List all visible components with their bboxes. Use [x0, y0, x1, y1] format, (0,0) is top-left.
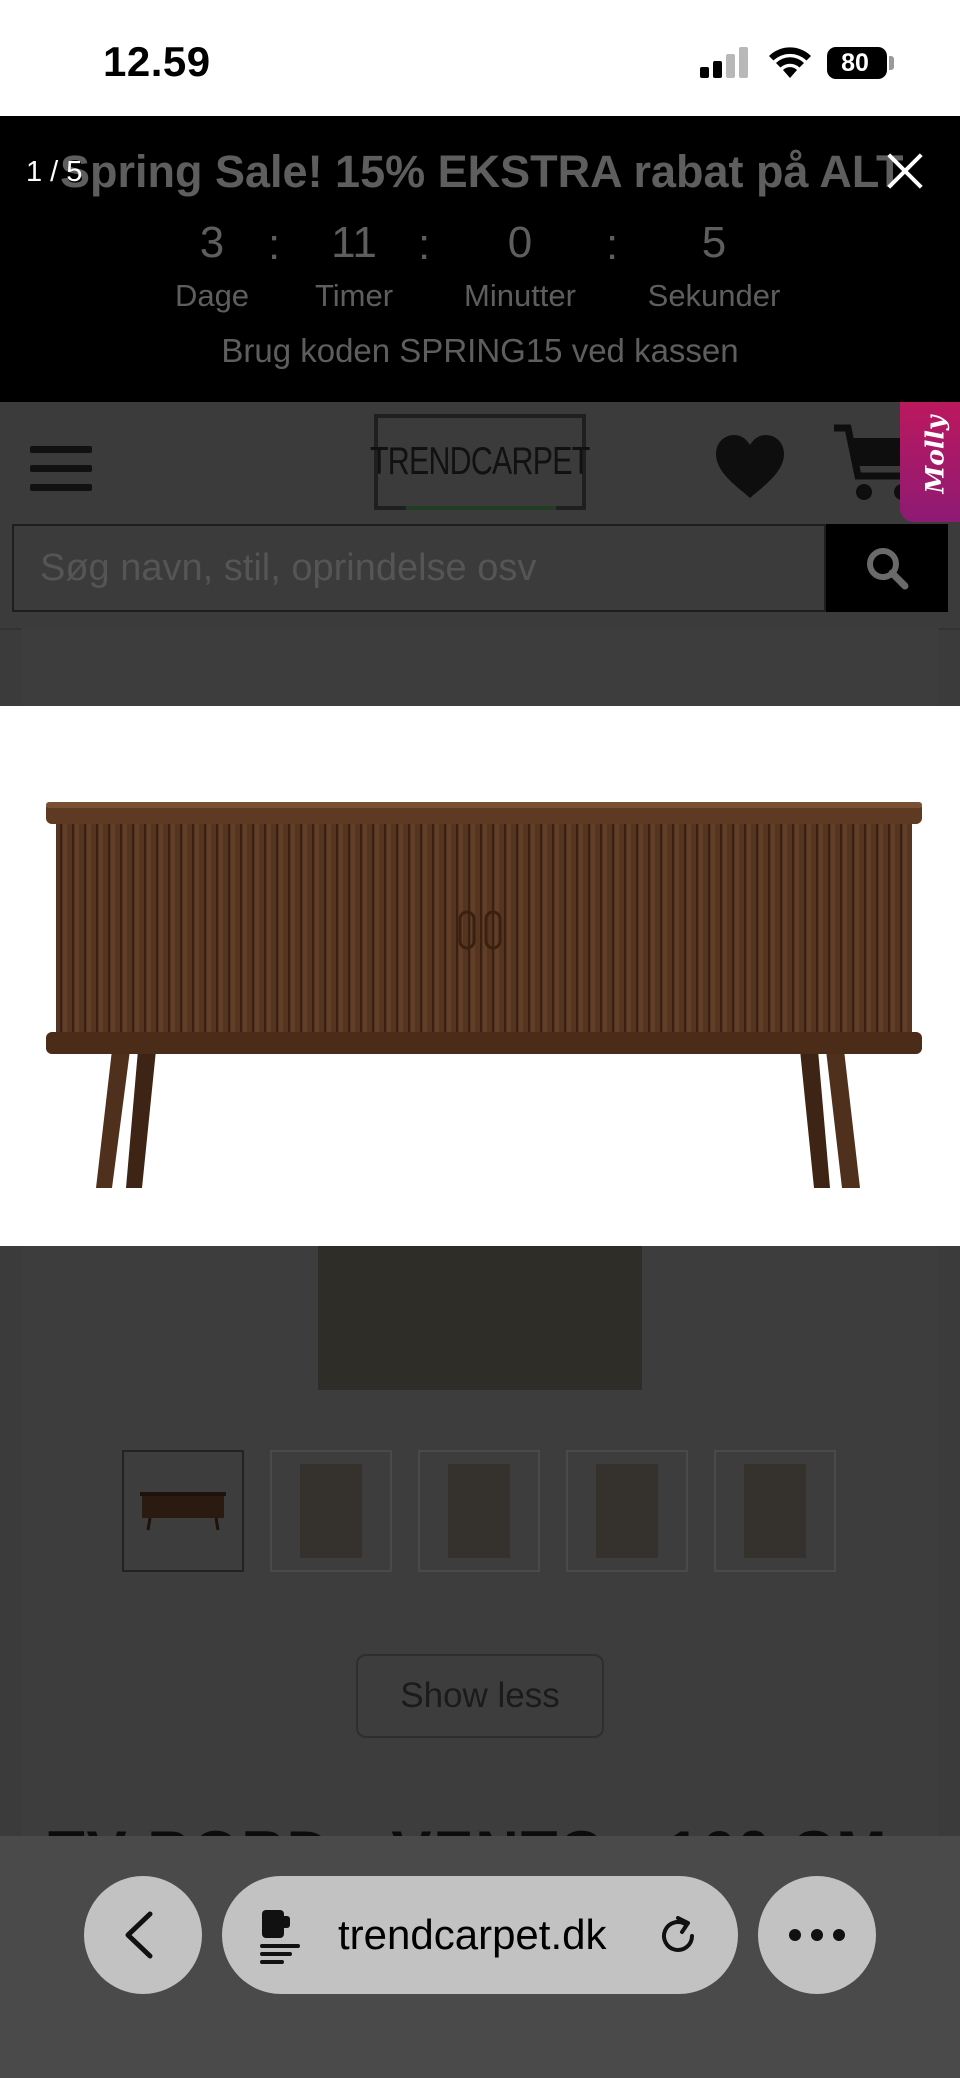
countdown-value: 5 — [701, 218, 727, 267]
promo-slide-counter: 1 / 5 — [26, 156, 83, 188]
promo-code-text: Brug koden SPRING15 ved kassen — [221, 332, 739, 369]
search-button[interactable] — [826, 524, 948, 612]
more-button[interactable] — [758, 1876, 876, 1994]
promo-banner: Spring Sale! 15% EKSTRA rabat på ALT 1 /… — [0, 116, 960, 402]
thumbnail-1[interactable] — [122, 1450, 244, 1572]
url-text: trendcarpet.dk — [338, 1911, 607, 1958]
thumbnail-image — [300, 1464, 362, 1558]
search-icon — [867, 548, 909, 590]
back-chevron-icon — [125, 1911, 153, 1959]
reload-icon[interactable] — [656, 1914, 700, 1958]
countdown-label: Dage — [174, 278, 250, 313]
close-icon[interactable] — [880, 146, 930, 196]
countdown-hours: 11 Timer — [274, 218, 434, 314]
tv-bench-illustration — [46, 802, 922, 1188]
thumbnail-2[interactable] — [270, 1450, 392, 1572]
countdown-seconds: 5 Sekunder — [634, 218, 794, 314]
countdown-value: 11 — [331, 218, 377, 267]
menu-icon[interactable] — [30, 444, 92, 494]
status-bar: 12.59 80 — [0, 0, 960, 116]
wifi-icon — [769, 47, 811, 78]
heart-icon[interactable] — [712, 432, 788, 502]
address-bar[interactable]: trendcarpet.dk — [222, 1876, 738, 1994]
countdown-separator: : — [418, 220, 431, 269]
browser-toolbar: trendcarpet.dk — [0, 1836, 960, 2078]
countdown-value: 0 — [507, 218, 533, 267]
logo-text: TRENDCARPET — [370, 440, 590, 483]
battery-cap — [889, 56, 894, 70]
countdown-label: Minutter — [464, 278, 576, 313]
thumbnail-3[interactable] — [418, 1450, 540, 1572]
molly-assistant-tab[interactable]: Molly — [900, 402, 960, 522]
thumbnail-image — [744, 1464, 806, 1558]
product-image[interactable] — [0, 706, 960, 1246]
battery-level: 80 — [841, 49, 869, 77]
thumbnail-5[interactable] — [714, 1450, 836, 1572]
site-logo[interactable]: TRENDCARPET — [370, 414, 591, 510]
signal-icon — [700, 46, 752, 78]
search-input[interactable] — [14, 526, 824, 610]
logo-underline — [406, 506, 556, 510]
promo-title: Spring Sale! 15% EKSTRA rabat på ALT — [60, 146, 904, 197]
search-box — [12, 524, 826, 612]
thumbnail-4[interactable] — [566, 1450, 688, 1572]
thumbnail-image — [448, 1464, 510, 1558]
page-settings-icon — [260, 1910, 300, 1964]
back-button[interactable] — [84, 1876, 202, 1994]
thumbnail-image — [140, 1492, 226, 1531]
status-time: 12.59 — [103, 38, 211, 85]
countdown-minutes: 0 Minutter — [440, 218, 600, 314]
molly-label: Molly — [920, 415, 950, 493]
gallery-photo-behind — [318, 1246, 642, 1390]
show-less-button[interactable]: Show less — [356, 1654, 604, 1738]
countdown-label: Timer — [314, 278, 394, 313]
thumbnail-strip — [122, 1450, 842, 1574]
countdown-label: Sekunder — [647, 278, 781, 313]
thumbnail-image — [596, 1464, 658, 1558]
more-icon — [789, 1929, 845, 1941]
battery-icon: 80 — [827, 47, 887, 79]
countdown-separator: : — [606, 220, 619, 269]
